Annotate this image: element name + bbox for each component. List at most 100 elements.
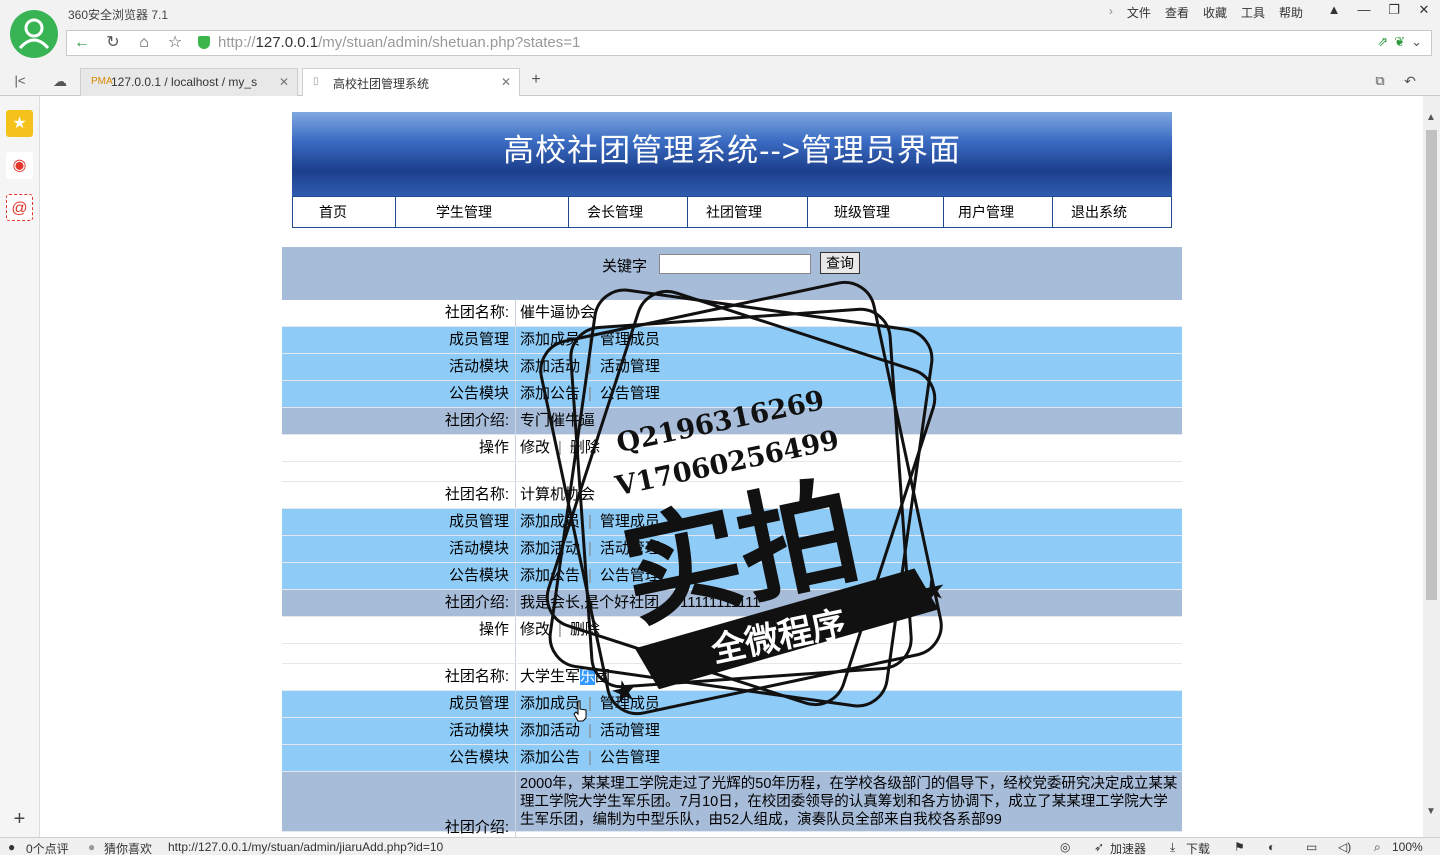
favorites-star-icon[interactable]: ★ — [6, 110, 33, 137]
share-icon[interactable]: ⇗ — [1377, 34, 1388, 50]
add-notice-link[interactable]: 添加公告 — [520, 749, 580, 766]
delete-link[interactable]: 删除 — [570, 439, 600, 456]
club-name-part: 团 — [595, 668, 611, 685]
spacer-row — [282, 644, 1182, 664]
maximize-icon[interactable]: ❐ — [1386, 2, 1402, 18]
tab-phpmyadmin[interactable]: PMA 127.0.0.1 / localhost / my_s ✕ — [80, 68, 298, 96]
home-icon[interactable]: ⌂ — [134, 33, 154, 53]
nav-logout[interactable]: 退出系统 — [1053, 197, 1171, 227]
nav-presidents[interactable]: 会长管理 — [569, 197, 688, 227]
add-icon[interactable]: + — [6, 806, 33, 833]
browser-icon[interactable]: ◐ — [1268, 840, 1275, 854]
edit-link[interactable]: 修改 — [520, 439, 550, 456]
row-label: 社团介绍: — [282, 590, 516, 616]
close-tab-icon[interactable]: ✕ — [279, 75, 289, 89]
menu-favorites[interactable]: 收藏 — [1196, 4, 1234, 21]
separator: | — [588, 540, 592, 557]
add-notice-link[interactable]: 添加公告 — [520, 567, 580, 584]
menu-file[interactable]: 文件 — [1120, 4, 1158, 21]
add-member-link[interactable]: 添加成员 — [520, 331, 580, 348]
edit-link[interactable]: 修改 — [520, 621, 550, 638]
url-text[interactable]: http://127.0.0.1/my/stuan/admin/shetuan.… — [218, 34, 580, 51]
table-row: 社团介绍: 2000年，某某理工学院走过了光辉的50年历程，在学校各级部门的倡导… — [282, 772, 1182, 837]
manage-activity-link[interactable]: 活动管理 — [600, 358, 660, 375]
browser-logo-icon[interactable] — [10, 10, 58, 58]
accelerator[interactable]: 加速器 — [1110, 840, 1146, 857]
add-notice-link[interactable]: 添加公告 — [520, 385, 580, 402]
club-name: 计算机协会 — [520, 486, 596, 503]
manage-notice-link[interactable]: 公告管理 — [600, 749, 660, 766]
download[interactable]: 下载 — [1186, 840, 1210, 857]
shirt-icon[interactable]: ▲ — [1326, 2, 1342, 18]
weibo-icon[interactable]: ◉ — [6, 152, 33, 179]
nav-home[interactable]: 首页 — [293, 197, 396, 227]
cloud-icon[interactable]: ☁ — [50, 71, 70, 91]
browser-chrome: 360安全浏览器 7.1 › 文件 查看 收藏 工具 帮助 ▲ — ❐ ✕ ← … — [0, 0, 1440, 97]
nav-students[interactable]: 学生管理 — [396, 197, 569, 227]
selected-text: 乐 — [580, 668, 596, 685]
row-value — [516, 644, 1182, 663]
speed-icon[interactable]: ◎ — [1060, 840, 1070, 854]
scroll-down-icon[interactable]: ▼ — [1426, 806, 1436, 817]
refresh-icon[interactable]: ↻ — [103, 33, 123, 53]
leaf-icon[interactable]: ❦ — [1394, 34, 1405, 50]
guess-you-like[interactable]: 猜你喜欢 — [104, 840, 152, 857]
menu-view[interactable]: 查看 — [1158, 4, 1196, 21]
search-button[interactable]: 查询 — [820, 252, 860, 274]
security-shield-icon[interactable] — [198, 36, 210, 49]
url-path: /my/stuan/admin/shetuan.php?states=1 — [318, 34, 581, 51]
table-row: 社团介绍: 我是会长,是个好社团,....11111111111 — [282, 590, 1182, 617]
url-host: 127.0.0.1 — [255, 34, 319, 51]
chevron-right-icon[interactable]: › — [1102, 4, 1120, 21]
manage-activity-link[interactable]: 活动管理 — [600, 722, 660, 739]
window-icon[interactable]: ▭ — [1306, 840, 1317, 854]
separator: | — [588, 722, 592, 739]
manage-notice-link[interactable]: 公告管理 — [600, 385, 660, 402]
nav-users[interactable]: 用户管理 — [944, 197, 1053, 227]
mail-icon[interactable]: @ — [6, 194, 33, 221]
manage-notice-link[interactable]: 公告管理 — [600, 567, 660, 584]
back-icon[interactable]: ← — [72, 33, 92, 53]
scroll-thumb[interactable] — [1426, 130, 1437, 600]
minimize-icon[interactable]: — — [1356, 2, 1372, 18]
row-label: 公告模块 — [282, 745, 516, 771]
close-icon[interactable]: ✕ — [1416, 2, 1432, 18]
row-label: 社团名称: — [282, 482, 516, 508]
zoom-level[interactable]: 100% — [1392, 840, 1423, 854]
sidebar-toggle-icon[interactable]: |< — [10, 71, 30, 91]
menu-help[interactable]: 帮助 — [1272, 4, 1310, 21]
table-row: 公告模块 添加公告 | 公告管理 — [282, 563, 1182, 590]
add-member-link[interactable]: 添加成员 — [520, 695, 580, 712]
table-row: 活动模块 添加活动 | 活动管理 — [282, 718, 1182, 745]
manage-member-link[interactable]: 管理成员 — [600, 331, 660, 348]
table-row: 活动模块 添加活动 | 活动管理 — [282, 354, 1182, 381]
manage-member-link[interactable]: 管理成员 — [600, 695, 660, 712]
new-tab-icon[interactable]: + — [526, 70, 546, 90]
chevron-down-icon[interactable]: ⌄ — [1411, 34, 1422, 50]
manage-member-link[interactable]: 管理成员 — [600, 513, 660, 530]
tab-list-icon[interactable]: ⧉ — [1370, 71, 1390, 91]
separator: | — [558, 621, 562, 638]
delete-link[interactable]: 删除 — [570, 621, 600, 638]
keyword-input[interactable] — [659, 254, 811, 274]
star-icon[interactable]: ☆ — [165, 33, 185, 53]
close-tab-icon[interactable]: ✕ — [501, 75, 511, 89]
separator: | — [588, 385, 592, 402]
add-activity-link[interactable]: 添加活动 — [520, 540, 580, 557]
table-row: 公告模块 添加公告 | 公告管理 — [282, 381, 1182, 408]
flag-icon[interactable]: ⚑ — [1234, 840, 1245, 854]
nav-clubs[interactable]: 社团管理 — [688, 197, 808, 227]
undo-close-icon[interactable]: ↶ — [1400, 71, 1420, 91]
table-row: 社团名称: 催牛逼协会 — [282, 300, 1182, 327]
manage-activity-link[interactable]: 活动管理 — [600, 540, 660, 557]
vertical-scrollbar[interactable]: ▲ ▼ — [1423, 96, 1440, 837]
tab-club-system[interactable]: ▯ 高校社团管理系统 ✕ — [302, 68, 520, 97]
scroll-up-icon[interactable]: ▲ — [1426, 112, 1436, 123]
menu-tools[interactable]: 工具 — [1234, 4, 1272, 21]
add-activity-link[interactable]: 添加活动 — [520, 722, 580, 739]
add-activity-link[interactable]: 添加活动 — [520, 358, 580, 375]
sound-icon[interactable]: ◁) — [1338, 840, 1351, 854]
nav-classes[interactable]: 班级管理 — [808, 197, 944, 227]
comments-count[interactable]: 0个点评 — [26, 840, 69, 857]
add-member-link[interactable]: 添加成员 — [520, 513, 580, 530]
